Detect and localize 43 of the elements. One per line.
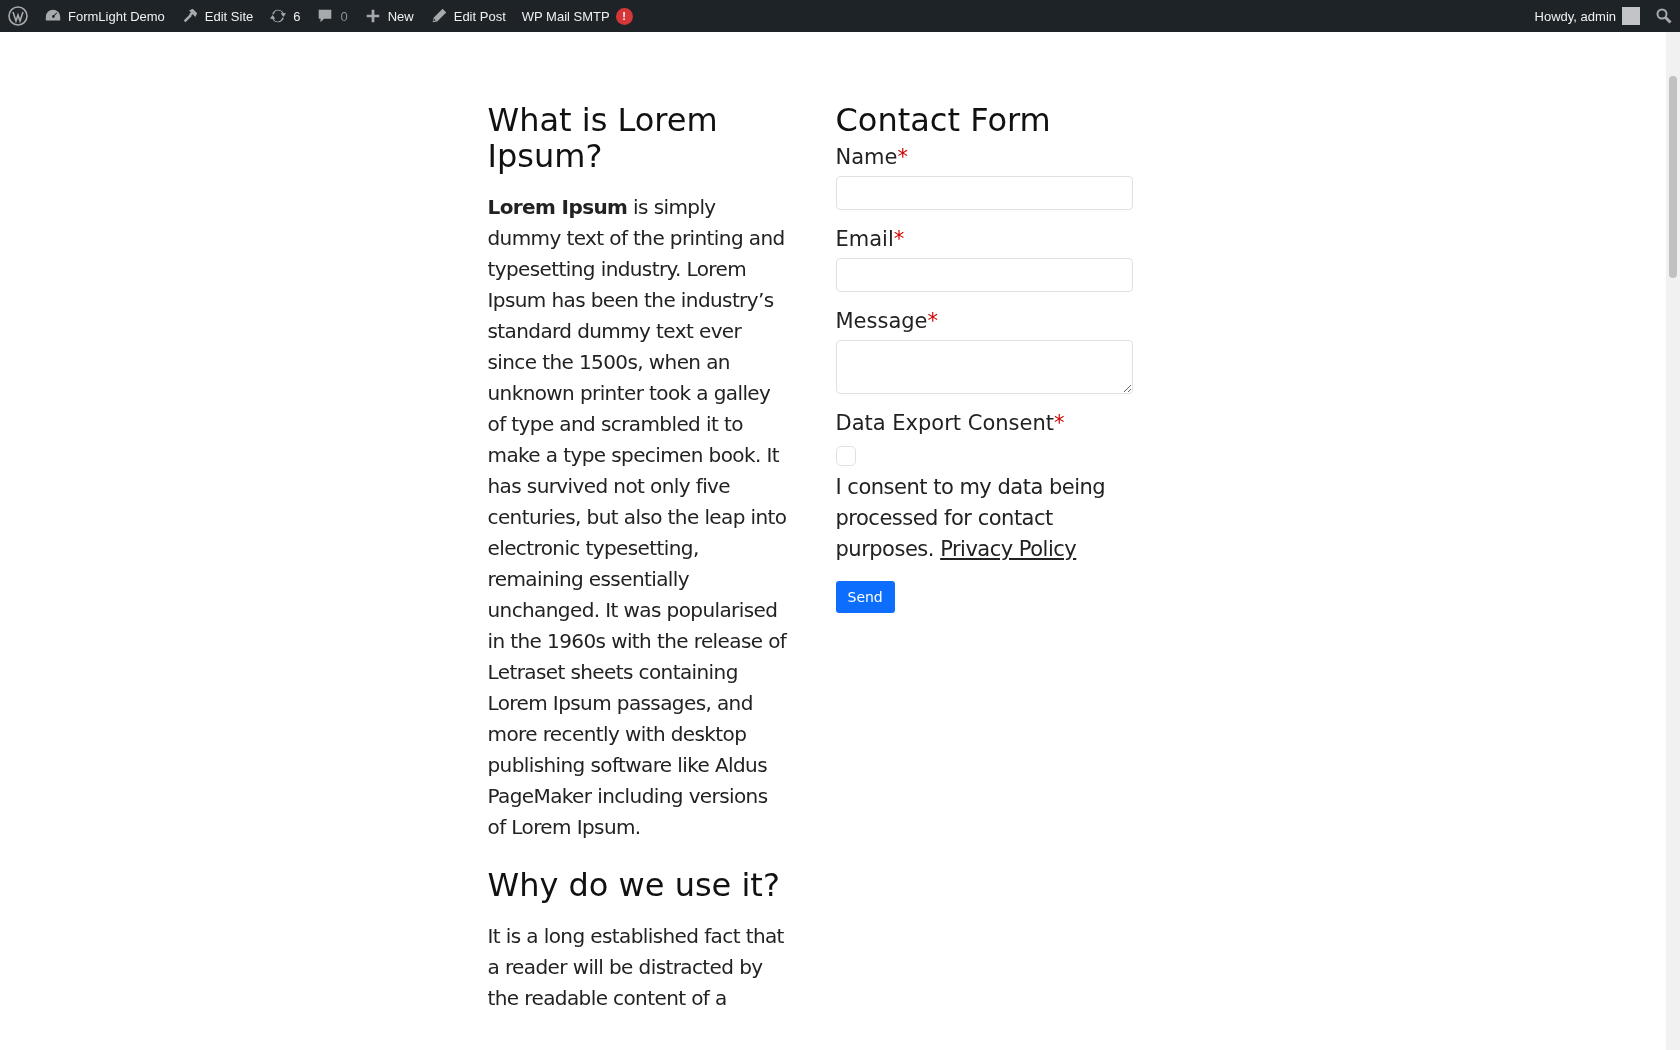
toolbar-label: 6 bbox=[293, 8, 301, 24]
smtp-link[interactable]: WP Mail SMTP ! bbox=[521, 7, 633, 25]
required-mark: * bbox=[897, 144, 908, 171]
article-paragraph: Lorem Ipsum is simply dummy text of the printing and typesetting industry. Lorem Ipsum has been the industry’s standard dummy text ever since the 1500s, when an unknown printer took a galley of type and scrambled it to make a type specimen book. It has survived not only five centuries, but also the leap into electronic typesetting, remaining essentially unchanged. It was popularised in the 1960s with the release of Letraset sheets containing Lorem Ipsum passages, and more recently with desktop publishing software like Aldus PageMaker including versions of Lorem Ipsum. bbox=[487, 194, 788, 841]
form-title: Contact Form bbox=[835, 102, 1052, 138]
article-paragraph: It is a long established fact that a reader will be distracted by the readable content of a bbox=[487, 923, 785, 1012]
search-icon[interactable] bbox=[1656, 8, 1672, 24]
updates-link[interactable]: 6 bbox=[269, 7, 301, 25]
toolbar-label: Edit Site bbox=[204, 8, 254, 24]
account-link[interactable]: Howdy, admin bbox=[1534, 7, 1640, 25]
consent-text: I consent to my data being processed for contact purposes. Privacy Policy bbox=[835, 474, 1107, 563]
required-mark: * bbox=[1053, 410, 1065, 437]
avatar-icon bbox=[1622, 7, 1640, 25]
toolbar-label: 0 bbox=[340, 8, 348, 24]
scrollbar[interactable] bbox=[1666, 32, 1680, 1050]
send-button[interactable]: Send bbox=[835, 581, 895, 613]
message-field[interactable] bbox=[835, 340, 1133, 394]
toolbar-label: WP Mail SMTP bbox=[521, 8, 610, 24]
required-mark: * bbox=[927, 308, 939, 335]
text-input-field[interactable] bbox=[835, 258, 1133, 292]
toolbar-label: Edit Post bbox=[453, 8, 506, 24]
account-label: Howdy, admin bbox=[1534, 8, 1616, 24]
article-heading: Why do we use it? bbox=[487, 867, 781, 903]
new-link[interactable]: New bbox=[363, 7, 414, 25]
toolbar-label: New bbox=[387, 8, 414, 24]
edit-site-link[interactable]: Edit Site bbox=[180, 7, 254, 25]
required-mark: * bbox=[893, 226, 905, 253]
article-heading: What is Lorem Ipsum? bbox=[487, 102, 719, 174]
privacy-policy-link[interactable]: Privacy Policy bbox=[940, 537, 1077, 561]
toolbar-label: FormLight Demo bbox=[68, 8, 165, 24]
alert-badge: ! bbox=[615, 7, 633, 25]
text-input-field[interactable] bbox=[835, 176, 1133, 210]
comments-link[interactable]: 0 bbox=[316, 7, 348, 25]
wordpress-logo-icon[interactable] bbox=[8, 6, 28, 26]
field-label: Data Export Consent bbox=[835, 410, 1054, 437]
field-label: Name bbox=[835, 144, 898, 171]
site-name-link[interactable]: FormLight Demo bbox=[44, 7, 165, 25]
scrollbar-thumb[interactable] bbox=[1669, 76, 1677, 278]
edit-post-link[interactable]: Edit Post bbox=[429, 7, 506, 25]
refresh-icon bbox=[269, 7, 288, 25]
consent-checkbox[interactable] bbox=[835, 446, 856, 466]
field-label: Message bbox=[835, 308, 928, 335]
field-label: Email bbox=[835, 226, 894, 253]
